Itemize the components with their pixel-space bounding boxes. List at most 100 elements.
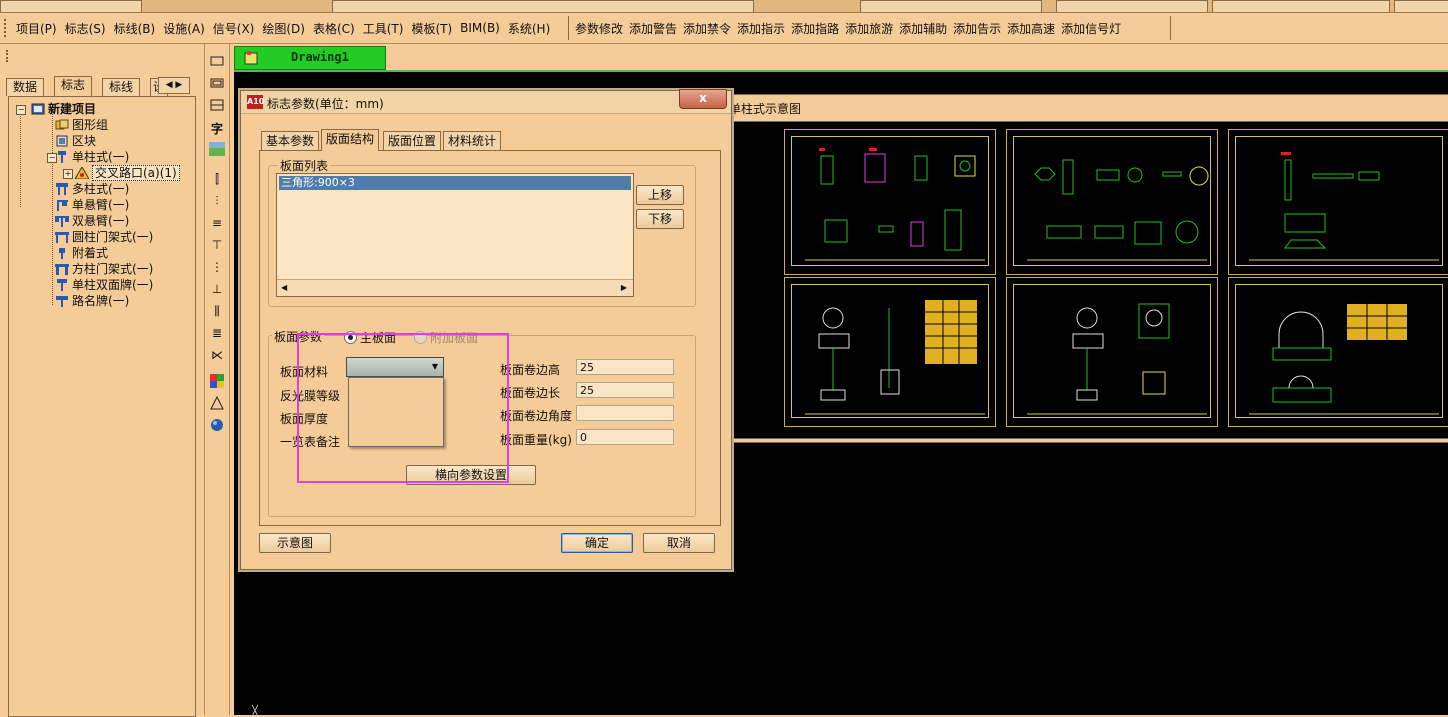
image-tool-icon[interactable] [208, 142, 226, 160]
box-tool-icon[interactable] [208, 98, 226, 116]
layer-combo[interactable] [1394, 0, 1448, 12]
tree-item-street-name[interactable]: 路名牌(一) [55, 293, 129, 309]
triangle-tool-icon[interactable] [208, 395, 226, 414]
menu-item-add-warning[interactable]: 添加警告 [626, 20, 680, 37]
menu-item-add-notice[interactable]: 添加告示 [950, 20, 1004, 37]
tree-item-single-column[interactable]: 单柱式(一) [55, 149, 129, 165]
tree-item-double-sided[interactable]: 单柱双面牌(一) [55, 277, 153, 293]
menu-item-facility[interactable]: 设施(A) [159, 20, 209, 37]
menu-item-add-auxiliary[interactable]: 添加辅助 [896, 20, 950, 37]
tab-basic-params[interactable]: 基本参数 [261, 131, 320, 150]
move-up-button[interactable]: 上移 [636, 185, 684, 205]
flange-angle-input[interactable] [576, 405, 674, 421]
attached-sign-icon [55, 247, 69, 259]
panel-grip[interactable] [6, 50, 14, 62]
menu-item-bim[interactable]: BIM(B) [456, 21, 504, 35]
stack-icon[interactable]: ≣ [208, 324, 226, 342]
dialog-title-bar[interactable]: A10 标志参数(单位：mm) [241, 91, 731, 114]
listbox-horizontal-scrollbar[interactable]: ◀ ▶ [277, 279, 633, 296]
menu-item-system[interactable]: 系统(H) [504, 20, 554, 37]
align-right-icon[interactable]: ≡ [208, 214, 226, 232]
rectangle-tool-icon[interactable] [208, 54, 226, 72]
tree-guide [52, 111, 53, 305]
move-down-button[interactable]: 下移 [636, 209, 684, 229]
tab-panel-position[interactable]: 版面位置 [383, 131, 442, 150]
menu-item-marking[interactable]: 标线(B) [110, 20, 160, 37]
cancel-button[interactable]: 取消 [643, 533, 715, 553]
preview-button[interactable]: 示意图 [259, 533, 331, 553]
tree-item-intersection[interactable]: 交叉路口(a)(1) [74, 165, 180, 181]
tree-item-attached[interactable]: 附着式 [55, 245, 108, 261]
frame-tool-icon[interactable] [208, 76, 226, 94]
menu-item-template[interactable]: 模板(T) [407, 20, 456, 37]
tree-item-single-cantilever[interactable]: 单悬臂(一) [55, 197, 129, 213]
tree-item-double-cantilever[interactable]: 双悬臂(一) [55, 213, 129, 229]
connector-icon[interactable]: ⋉ [208, 346, 226, 364]
tab-marking[interactable]: 标线 [102, 78, 141, 96]
menu-item-add-highway[interactable]: 添加高速 [1004, 20, 1058, 37]
menu-item-signal[interactable]: 信号(X) [209, 20, 259, 37]
toolbar-segment[interactable] [332, 0, 754, 12]
space-icon[interactable]: ⫼ [208, 302, 226, 320]
tab-data[interactable]: 数据 [6, 78, 45, 96]
intersection-sign-icon [74, 166, 90, 180]
align-bottom-icon[interactable]: ⊥ [208, 280, 226, 298]
layer-combo[interactable] [1212, 0, 1390, 12]
menu-item-add-guide[interactable]: 添加指路 [788, 20, 842, 37]
tree-item-square-gantry[interactable]: 方柱门架式(一) [55, 261, 153, 277]
preview-window[interactable]: 单柱式示意图 [722, 94, 1448, 443]
menu-item-add-tourism[interactable]: 添加旅游 [842, 20, 896, 37]
flange-length-input[interactable]: 25 [576, 382, 674, 398]
menu-item-sign[interactable]: 标志(S) [61, 20, 110, 37]
align-center-icon[interactable]: ⫶ [208, 192, 226, 210]
toolbar-segment[interactable] [860, 0, 1042, 12]
menu-item-add-prohibition[interactable]: 添加禁令 [680, 20, 734, 37]
dialog-title: 标志参数(单位：mm) [267, 97, 384, 111]
tab-sign[interactable]: 标志 [54, 76, 93, 96]
tree-collapse-toggle[interactable]: − [16, 105, 26, 115]
menu-item-add-instruction[interactable]: 添加指示 [734, 20, 788, 37]
align-left-icon[interactable]: ⫿ [208, 170, 226, 188]
multi-column-icon [55, 183, 69, 195]
distribute-icon[interactable]: ⋮ [208, 258, 226, 276]
menu-item-draw[interactable]: 绘图(D) [258, 20, 309, 37]
menu-item-table[interactable]: 表格(C) [309, 20, 359, 37]
menu-item-project[interactable]: 项目(P) [12, 20, 61, 37]
panel-list-group-title: 板面列表 [278, 157, 331, 174]
menu-item-add-signal-light[interactable]: 添加信号灯 [1058, 20, 1124, 37]
close-button[interactable]: x [679, 89, 727, 109]
flange-height-input[interactable]: 25 [576, 359, 674, 375]
menu-item-param-edit[interactable]: 参数修改 [572, 20, 626, 37]
vertical-toolbar: 字 ⫿ ⫶ ≡ ⊤ ⋮ ⊥ ⫼ ≣ ⋉ [204, 44, 230, 715]
tree-expand-toggle[interactable]: + [63, 169, 73, 179]
toolbar-segment[interactable] [0, 0, 142, 12]
sphere-render-icon[interactable] [208, 418, 226, 436]
tree-item-block[interactable]: 区块 [55, 133, 96, 149]
list-item[interactable]: 三角形:900×3 [279, 176, 631, 190]
tab-panel-structure[interactable]: 版面结构 [321, 129, 380, 151]
tree-item-round-gantry[interactable]: 圆柱门架式(一) [55, 229, 153, 245]
app-logo-icon: A10 [247, 95, 264, 109]
scroll-left-icon[interactable]: ◀ [281, 280, 287, 296]
panel-weight-input[interactable]: 0 [576, 429, 674, 445]
tree-root[interactable]: 新建项目 [31, 101, 96, 117]
tree-guide [20, 111, 21, 207]
drawing-sheet [1006, 129, 1218, 275]
tree-item-multi-column[interactable]: 多柱式(一) [55, 181, 129, 197]
panel-listbox[interactable]: 三角形:900×3 ◀ ▶ [276, 173, 634, 297]
panel-weight-label: 板面重量(kg) [500, 433, 572, 447]
menubar-grip[interactable] [4, 19, 10, 37]
drawing-sheet [1228, 129, 1448, 275]
tab-scroll-arrows[interactable]: ◀ ▶ [158, 77, 190, 94]
color-palette-icon[interactable] [208, 374, 226, 392]
text-tool-icon[interactable]: 字 [208, 120, 226, 138]
tree-item-graphic-group[interactable]: 图形组 [55, 117, 108, 133]
drawing-tab-title: Drawing1 [291, 50, 349, 64]
tab-material-stats[interactable]: 材料统计 [443, 131, 502, 150]
layer-combo[interactable] [1056, 0, 1208, 12]
scroll-right-icon[interactable]: ▶ [621, 280, 627, 296]
menu-item-tools[interactable]: 工具(T) [359, 20, 408, 37]
ok-button[interactable]: 确定 [561, 533, 633, 553]
drawing-tab[interactable]: Drawing1 [234, 46, 386, 70]
align-top-icon[interactable]: ⊤ [208, 236, 226, 254]
